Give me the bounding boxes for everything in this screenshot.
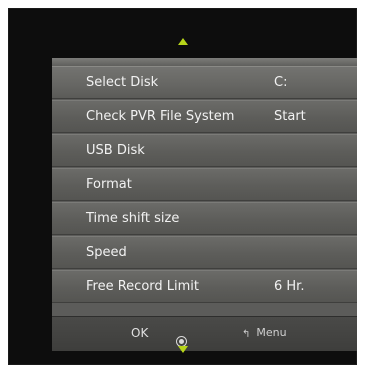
menu-hint[interactable]: ↰ Menu [242,326,287,340]
menu-item-value: Start [274,109,306,124]
menu-item-label: Check PVR File System [86,109,235,124]
menu-item-label: Free Record Limit [86,279,199,294]
menu-item-check-pvr-file-system[interactable]: Check PVR File System Start [52,100,357,133]
menu-item-label: Select Disk [86,75,159,90]
scroll-down-arrow-icon[interactable] [177,346,188,353]
menu-item-usb-disk[interactable]: USB Disk [52,134,357,167]
menu-item-label: Format [86,177,132,192]
menu-footer-hints: OK ↰ Menu [52,316,357,351]
tv-screen-frame: Select Disk C: Check PVR File System Sta… [8,8,357,365]
menu-top-band [52,58,357,66]
menu-item-value: C: [274,75,288,90]
menu-item-label: Time shift size [86,211,180,226]
menu-item-label: USB Disk [86,143,145,158]
ok-hint[interactable]: OK [114,326,187,347]
menu-item-label: Speed [86,245,127,260]
ok-label: OK [131,326,149,340]
menu-item-free-record-limit[interactable]: Free Record Limit 6 Hr. [52,270,357,303]
scroll-up-arrow-icon[interactable] [177,38,188,45]
menu-item-speed[interactable]: Speed [52,236,357,269]
menu-item-format[interactable]: Format [52,168,357,201]
back-icon: ↰ [242,329,251,340]
menu-label: Menu [256,326,287,339]
menu-item-time-shift-size[interactable]: Time shift size [52,202,357,235]
pvr-settings-menu: Select Disk C: Check PVR File System Sta… [52,58,357,351]
menu-item-select-disk[interactable]: Select Disk C: [52,66,357,99]
menu-item-value: 6 Hr. [274,279,305,294]
